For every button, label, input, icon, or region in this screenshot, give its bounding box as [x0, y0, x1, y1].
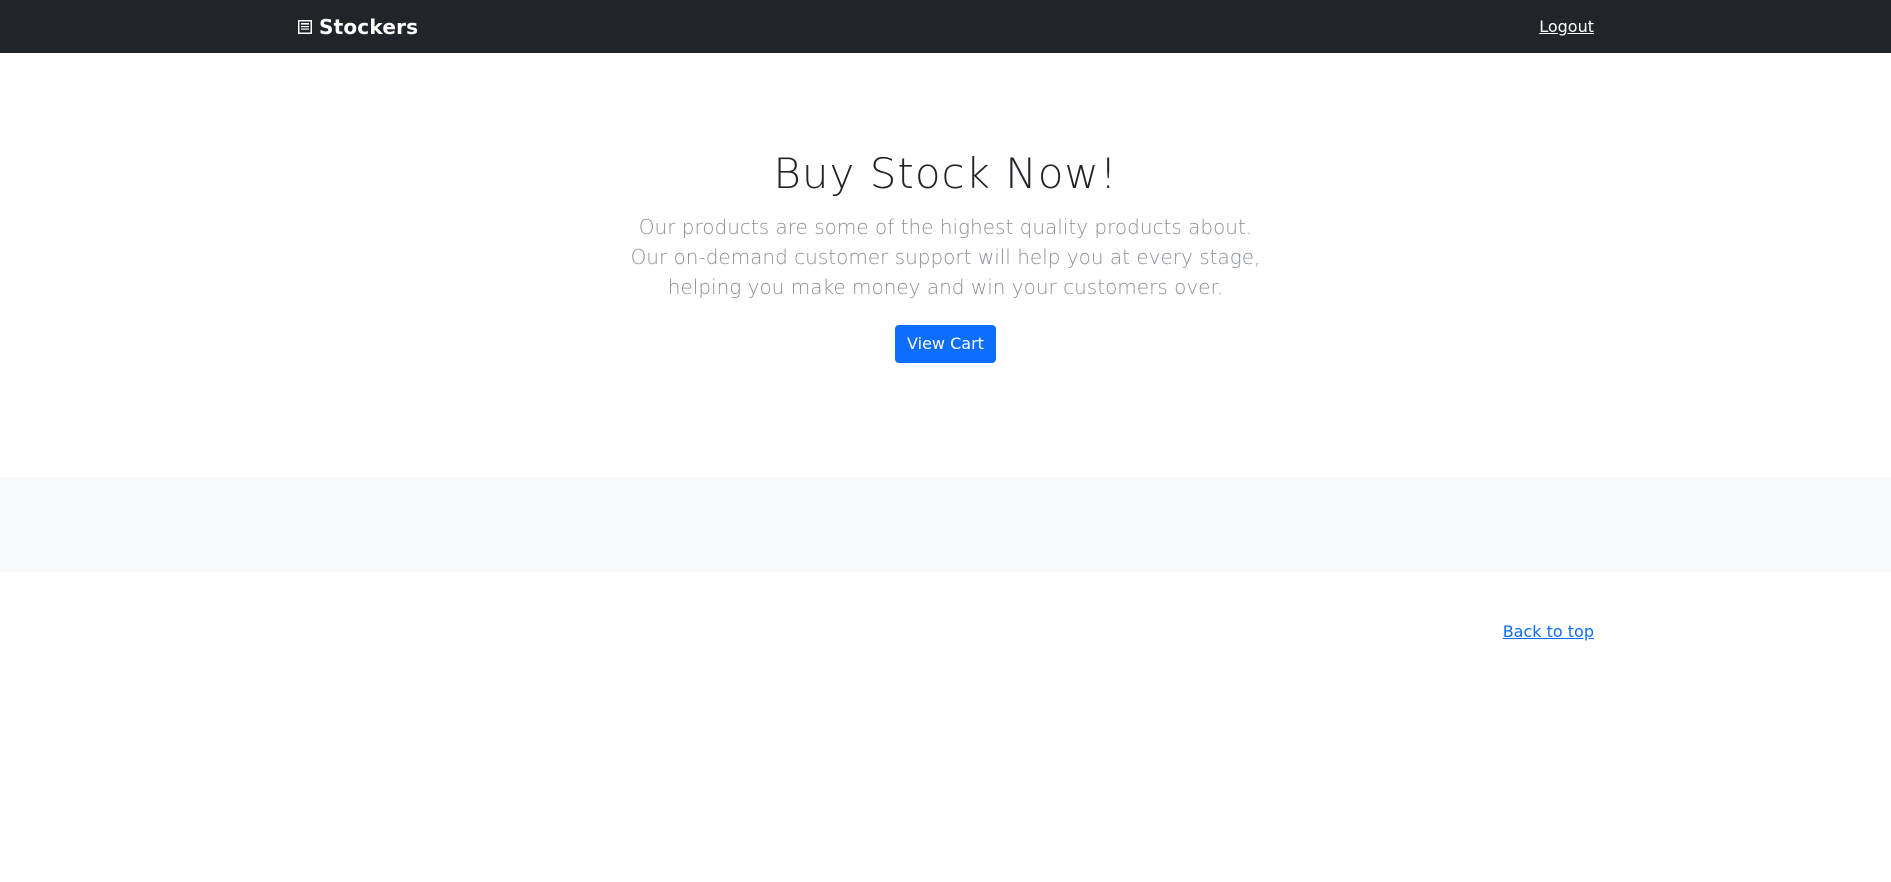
newspaper-icon [298, 19, 312, 34]
top-navbar: Stockers Logout [0, 0, 1891, 53]
hero-lead-line: helping you make money and win your cust… [667, 275, 1224, 299]
hero-title: Buy Stock Now! [773, 149, 1118, 198]
hero-section: Buy Stock Now! Our products are some of … [0, 53, 1891, 477]
page-footer: Back to top [0, 572, 1891, 882]
hero-lead-line: Our products are some of the highest qua… [638, 215, 1253, 239]
brand-link[interactable]: Stockers [298, 0, 418, 53]
hero-lead: Our products are some of the highest qua… [626, 212, 1266, 302]
view-cart-button[interactable]: View Cart [895, 325, 996, 363]
back-to-top-link[interactable]: Back to top [1503, 622, 1594, 641]
brand-name: Stockers [319, 14, 419, 39]
hero-lead-line: Our on-demand customer support will help… [630, 245, 1261, 269]
content-band [0, 477, 1891, 572]
logout-link[interactable]: Logout [1539, 0, 1594, 53]
